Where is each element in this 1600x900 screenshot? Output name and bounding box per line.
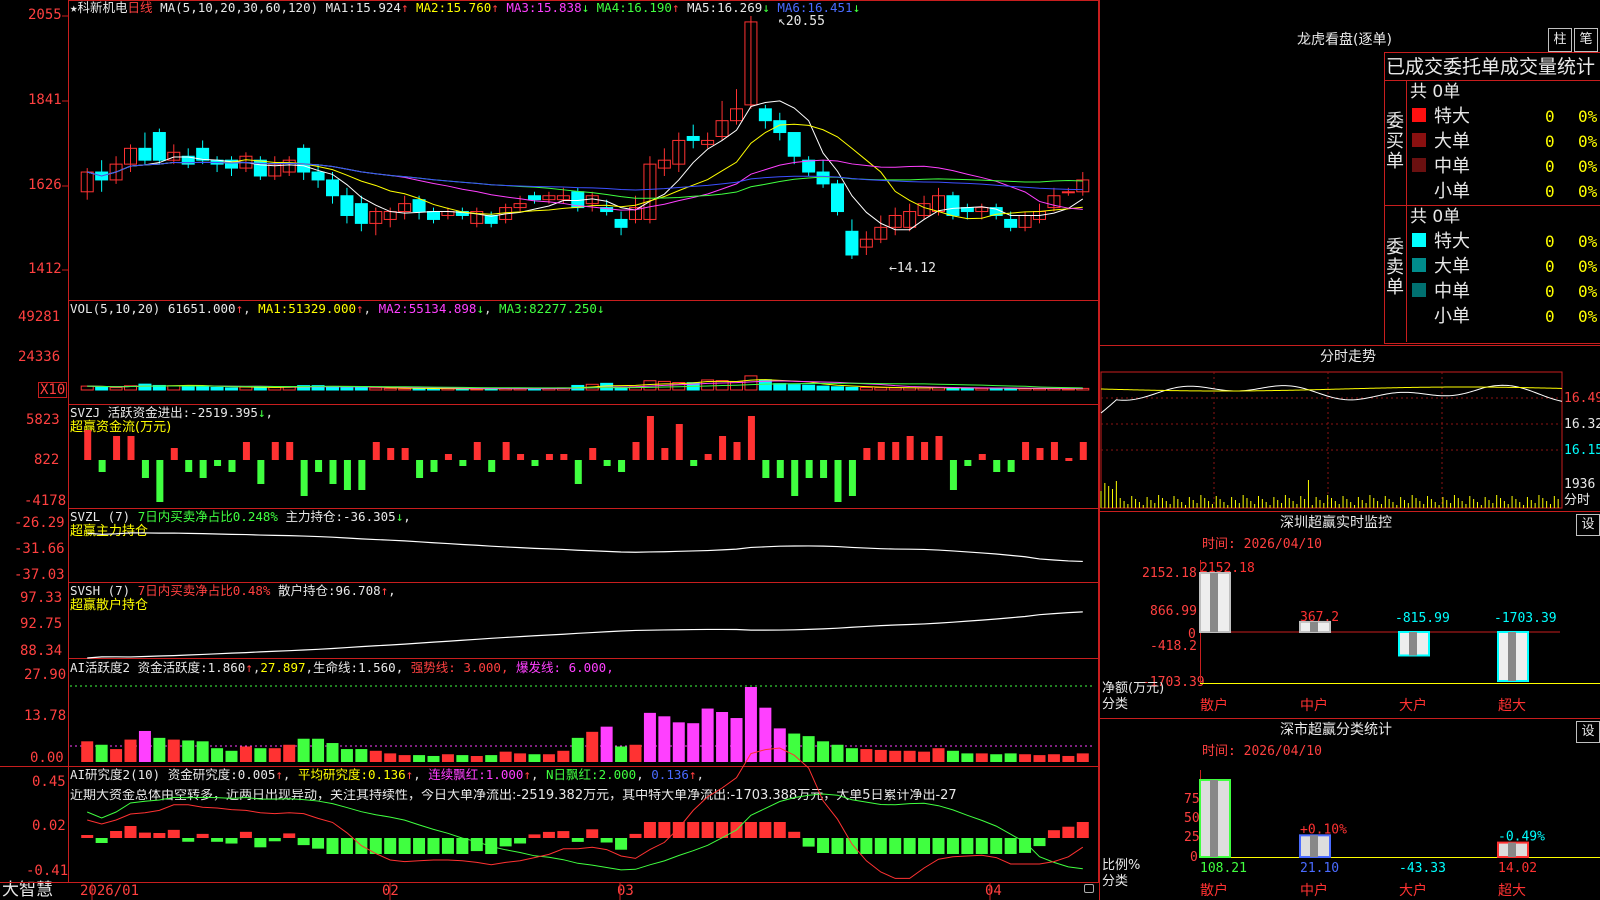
sz-category-label: 散户 [1200, 697, 1228, 714]
sell-row-name: 大单 [1434, 256, 1470, 277]
sell-row-pct: 0% [1578, 282, 1598, 301]
buy-row-swatch [1412, 133, 1426, 147]
sell-row-count: 0 [1545, 282, 1555, 301]
sell-row-count: 0 [1545, 307, 1555, 326]
sz-bar-3 [1497, 631, 1529, 682]
sell-row-swatch [1412, 283, 1426, 297]
fenshi-frame [1100, 371, 1563, 509]
sell-row-pct: 0% [1578, 257, 1598, 276]
cls-bar-value: 108.21 [1200, 861, 1247, 876]
sz-bar-label: -815.99 [1395, 611, 1450, 626]
sell-row-swatch [1412, 233, 1426, 247]
sell-row-name: 特大 [1434, 231, 1470, 252]
buy-row-count: 0 [1545, 157, 1555, 176]
cls-bar-shade [1310, 835, 1318, 857]
cls-bar-value: 14.02 [1498, 861, 1537, 876]
buy-row-swatch [1412, 183, 1426, 197]
buy-row-count: 0 [1545, 132, 1555, 151]
sz-category-label: 大户 [1399, 697, 1427, 714]
buy-row-swatch [1412, 108, 1426, 122]
buy-row-pct: 0% [1578, 182, 1598, 201]
sell-row-pct: 0% [1578, 232, 1598, 251]
cls-bar-top-label: +0.10% [1300, 822, 1347, 837]
sz-bar-label: 2152.18 [1200, 561, 1255, 576]
right-chart-svg: 特大 0 0% 大单 0 0% 中单 0 0% 小单 0 0% 特大 0 0% 大单 0 0% 中单 0 0% 小单 0 0%… [1100, 106, 1600, 899]
cls-category-label: 散户 [1200, 882, 1228, 899]
sell-row-count: 0 [1545, 232, 1555, 251]
cls-bar-top-label: -0.49% [1498, 830, 1545, 845]
sell-row-name: 中单 [1434, 281, 1470, 302]
sz-category-label: 中户 [1300, 697, 1328, 714]
buy-row-name: 大单 [1434, 131, 1470, 152]
buy-row-pct: 0% [1578, 157, 1598, 176]
cls-bar-shade [1210, 780, 1218, 857]
sz-bar-shade [1210, 573, 1218, 632]
buy-row-count: 0 [1545, 182, 1555, 201]
cls-bar-value: -43.33 [1399, 861, 1446, 876]
cls-category-label: 超大 [1498, 883, 1526, 899]
cls-category-label: 中户 [1300, 882, 1328, 899]
cls-bar-value: 21.10 [1300, 861, 1339, 876]
buy-row-pct: 0% [1578, 132, 1598, 151]
buy-row-pct: 0% [1578, 107, 1598, 126]
sz-category-label: 超大 [1498, 698, 1526, 714]
cls-category-label: 大户 [1399, 882, 1427, 899]
sell-row-count: 0 [1545, 257, 1555, 276]
sell-row-pct: 0% [1578, 307, 1598, 326]
sell-row-swatch [1412, 308, 1426, 322]
sell-row-swatch [1412, 258, 1426, 272]
sell-row-name: 小单 [1434, 306, 1470, 327]
cls-bar-shade [1508, 842, 1516, 857]
buy-row-count: 0 [1545, 107, 1555, 126]
sz-bar-2 [1398, 631, 1430, 657]
buy-row-name: 中单 [1434, 156, 1470, 177]
sz-bar-label: 367.2 [1300, 610, 1339, 625]
sz-bar-0 [1199, 572, 1231, 633]
buy-row-name: 小单 [1434, 181, 1470, 202]
sz-bar-shade [1508, 632, 1516, 681]
buy-row-swatch [1412, 158, 1426, 172]
buy-row-name: 特大 [1434, 106, 1470, 127]
sz-bar-shade [1409, 632, 1417, 656]
sz-bar-label: -1703.39 [1494, 611, 1557, 626]
